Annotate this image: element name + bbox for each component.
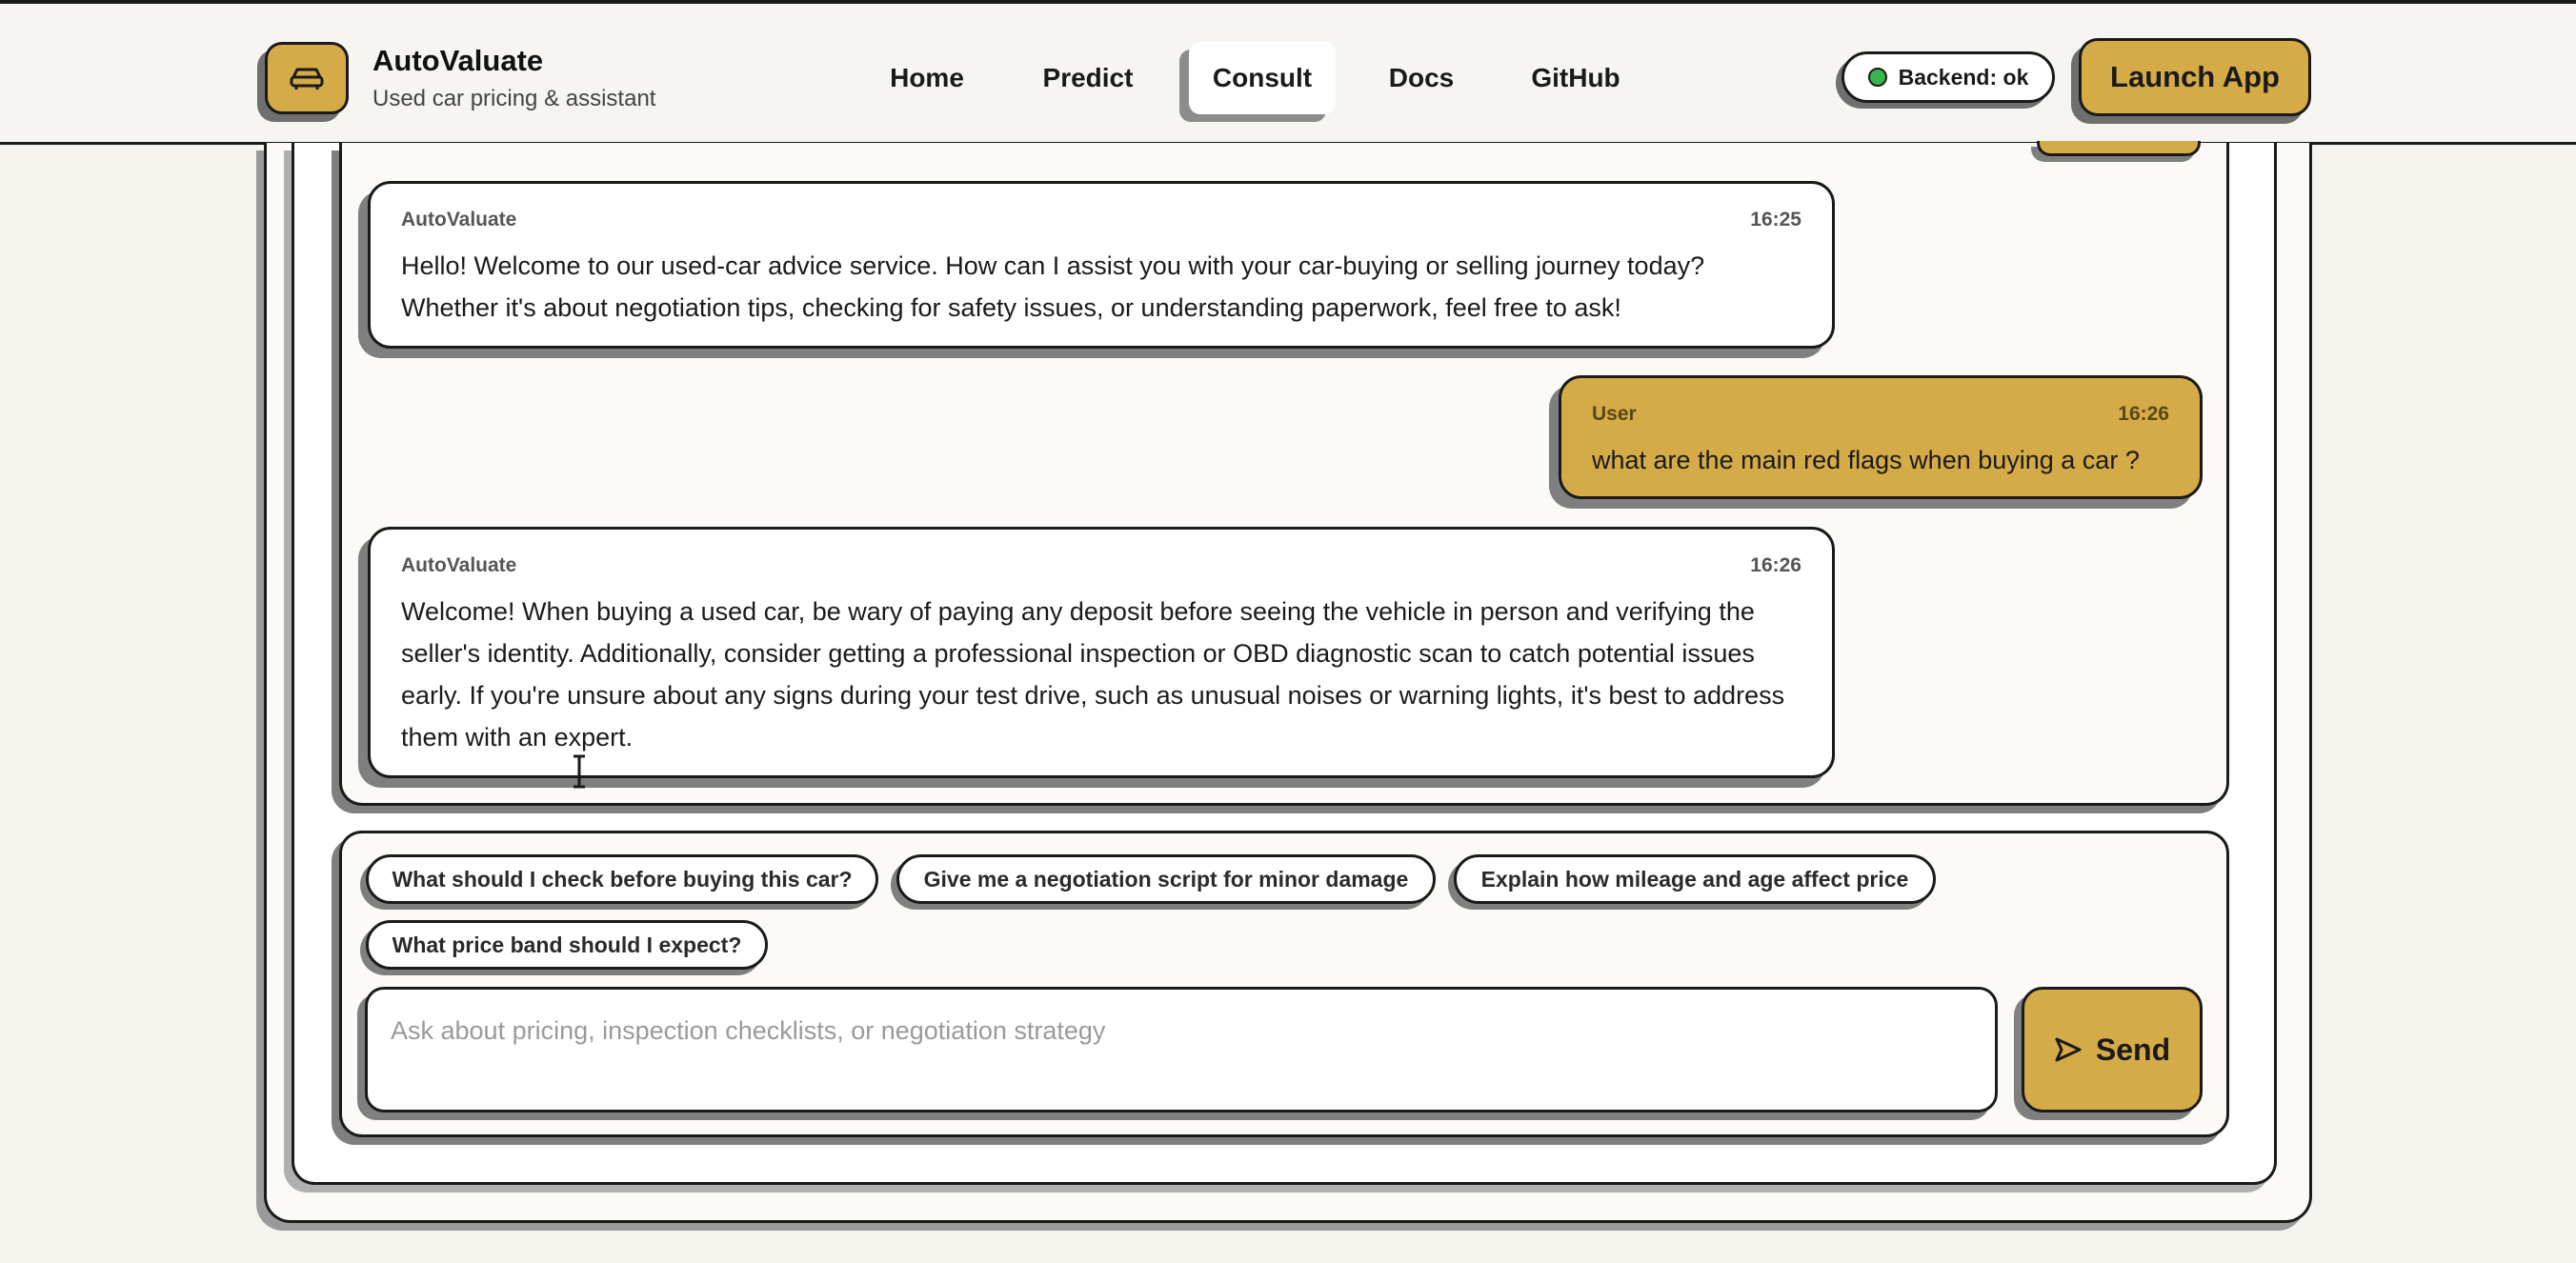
status-dot-icon (1867, 68, 1887, 87)
message-sender: AutoValuate (401, 209, 517, 231)
send-label: Send (2095, 1032, 2171, 1067)
car-icon (290, 68, 324, 90)
nav-github[interactable]: GitHub (1520, 42, 1631, 114)
message-sender: User (1592, 403, 1637, 425)
message-text: Welcome! When buying a used car, be wary… (401, 597, 1785, 752)
backend-status-badge: Backend: ok (1841, 51, 2055, 103)
suggestion-chip[interactable]: What price band should I expect? (366, 920, 768, 970)
previous-message-tail (2037, 141, 2201, 156)
text-cursor-icon (574, 754, 585, 789)
message-input[interactable] (365, 987, 1998, 1113)
message-time: 16:26 (1750, 554, 1801, 576)
message-sender: AutoValuate (401, 554, 517, 576)
brand-subtitle: Used car pricing & assistant (372, 86, 656, 111)
message-time: 16:26 (2118, 403, 2169, 425)
message-text: what are the main red flags when buying … (1592, 446, 2140, 474)
send-button[interactable]: Send (2022, 987, 2203, 1113)
chat-message-bot: AutoValuate 16:26 Welcome! When buying a… (368, 527, 1835, 778)
message-time: 16:25 (1750, 209, 1801, 231)
suggestion-chip[interactable]: Give me a negotiation script for minor d… (896, 854, 1436, 904)
nav-consult[interactable]: Consult (1189, 42, 1336, 114)
brand-logo[interactable] (265, 42, 349, 114)
top-navbar: AutoValuate Used car pricing & assistant… (0, 0, 2576, 145)
nav-docs[interactable]: Docs (1376, 42, 1467, 114)
status-label: Backend: ok (1898, 64, 2029, 90)
suggestion-chip[interactable]: What should I check before buying this c… (366, 854, 878, 904)
brand-title: AutoValuate (372, 44, 544, 77)
nav-home[interactable]: Home (876, 42, 977, 114)
send-icon (2055, 1037, 2082, 1062)
chat-message-user: User 16:26 what are the main red flags w… (1559, 375, 2203, 499)
message-text: Hello! Welcome to our used-car advice se… (401, 251, 1705, 322)
chat-message-bot: AutoValuate 16:25 Hello! Welcome to our … (368, 181, 1835, 349)
nav-predict[interactable]: Predict (1031, 42, 1145, 114)
launch-app-button[interactable]: Launch App (2079, 38, 2311, 116)
suggestion-chip[interactable]: Explain how mileage and age affect price (1454, 854, 1936, 904)
